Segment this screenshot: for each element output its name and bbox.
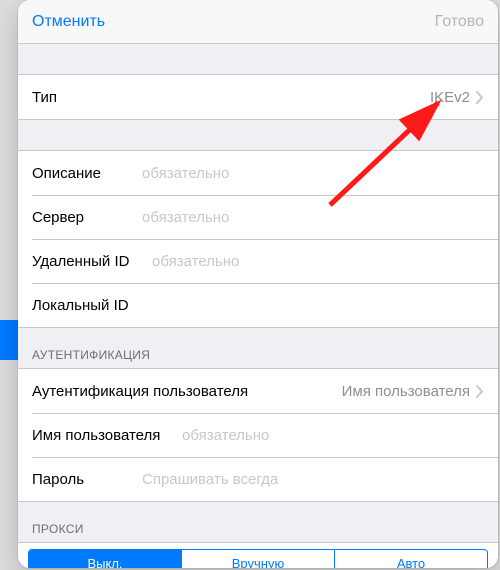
user-auth-label: Аутентификация пользователя <box>32 383 332 400</box>
section-header-auth: АУТЕНТИФИКАЦИЯ <box>18 328 498 368</box>
row-description[interactable]: Описание <box>18 151 498 195</box>
cancel-button[interactable]: Отменить <box>32 13 105 31</box>
row-server[interactable]: Сервер <box>18 195 498 239</box>
local-id-label: Локальный ID <box>32 297 152 314</box>
navbar: Отменить Готово <box>18 0 498 44</box>
username-input[interactable] <box>182 427 484 444</box>
proxy-segment-auto[interactable]: Авто <box>334 550 487 568</box>
row-username[interactable]: Имя пользователя <box>18 413 498 457</box>
password-input[interactable] <box>142 471 484 488</box>
user-auth-value: Имя пользователя <box>332 383 476 400</box>
local-id-input[interactable] <box>152 297 484 314</box>
form-scroll[interactable]: Тип IKEv2 Описание Сервер Удаленный ID <box>18 44 498 568</box>
chevron-right-icon <box>476 385 484 398</box>
remote-id-label: Удаленный ID <box>32 253 152 270</box>
description-input[interactable] <box>142 165 484 182</box>
row-password[interactable]: Пароль <box>18 457 498 501</box>
done-button[interactable]: Готово <box>435 13 484 31</box>
proxy-segment-manual[interactable]: Вручную <box>181 550 334 568</box>
group-proxy: Выкл. Вручную Авто <box>18 542 498 568</box>
group-type: Тип IKEv2 <box>18 74 498 120</box>
background-selected-row <box>0 320 18 360</box>
description-label: Описание <box>32 165 142 182</box>
type-label: Тип <box>32 89 142 106</box>
password-label: Пароль <box>32 471 142 488</box>
row-remote-id[interactable]: Удаленный ID <box>18 239 498 283</box>
chevron-right-icon <box>476 91 484 104</box>
remote-id-input[interactable] <box>152 253 484 270</box>
group-auth: Аутентификация пользователя Имя пользова… <box>18 368 498 502</box>
row-local-id[interactable]: Локальный ID <box>18 283 498 327</box>
server-label: Сервер <box>32 209 142 226</box>
row-user-auth[interactable]: Аутентификация пользователя Имя пользова… <box>18 369 498 413</box>
section-header-proxy: ПРОКСИ <box>18 502 498 542</box>
server-input[interactable] <box>142 209 484 226</box>
row-type[interactable]: Тип IKEv2 <box>18 75 498 119</box>
proxy-segmented-control[interactable]: Выкл. Вручную Авто <box>28 549 488 568</box>
proxy-segment-off[interactable]: Выкл. <box>29 550 181 568</box>
group-connection: Описание Сервер Удаленный ID Локальный I… <box>18 150 498 328</box>
username-label: Имя пользователя <box>32 427 182 444</box>
type-value: IKEv2 <box>142 89 476 106</box>
vpn-config-sheet: Отменить Готово Тип IKEv2 Описание Серве… <box>18 0 498 568</box>
